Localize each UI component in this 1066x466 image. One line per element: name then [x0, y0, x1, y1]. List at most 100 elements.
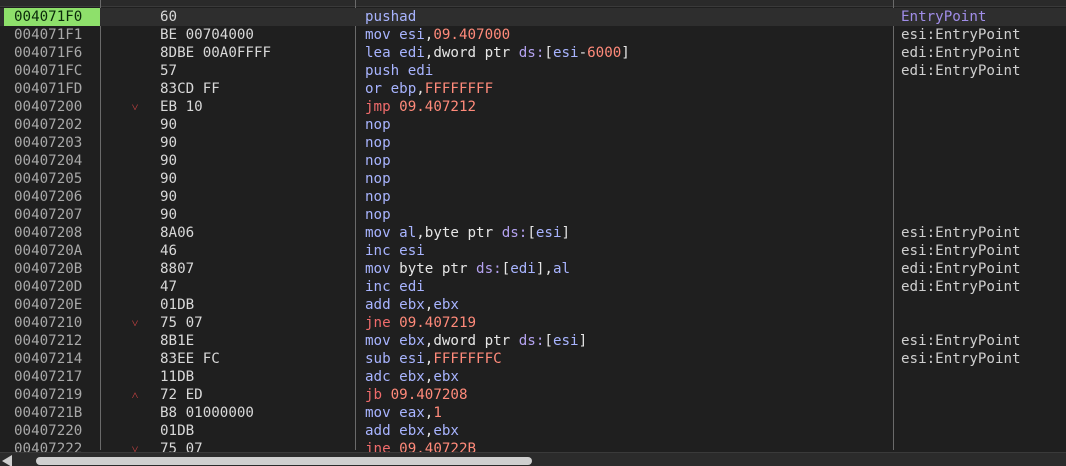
table-row[interactable]: 00407219 ˄ 72 ED jb 09.407208: [0, 386, 1066, 404]
table-row[interactable]: 00407202 90 nop: [0, 116, 1066, 134]
instruction-cell[interactable]: sub esi,FFFFFFFC: [365, 350, 502, 368]
address-cell[interactable]: 00407202: [14, 116, 82, 134]
table-row[interactable]: 00407207 90 nop: [0, 206, 1066, 224]
table-row[interactable]: 0040720D 47 inc edi edi:EntryPoint: [0, 278, 1066, 296]
instruction-cell[interactable]: inc edi: [365, 278, 425, 296]
table-row[interactable]: 004071F0 60 pushad EntryPoint: [0, 8, 1066, 26]
instruction-cell[interactable]: adc ebx,ebx: [365, 368, 459, 386]
instruction-cell[interactable]: jne 09.407219: [365, 314, 476, 332]
instruction-token: or: [365, 81, 391, 97]
table-row[interactable]: 004071F1 BE 00704000 mov esi,09.407000 esi:…: [0, 26, 1066, 44]
address-cell[interactable]: 004071FC: [14, 62, 82, 80]
table-row[interactable]: 0040720B 8807 mov byte ptr ds:[edi],al edi:…: [0, 260, 1066, 278]
instruction-cell[interactable]: pushad: [365, 8, 416, 26]
arrow-left-icon[interactable]: [2, 455, 12, 466]
address-cell[interactable]: 00407204: [14, 152, 82, 170]
instruction-cell[interactable]: add ebx,ebx: [365, 296, 459, 314]
instruction-cell[interactable]: nop: [365, 206, 391, 224]
instruction-token: ,dword ptr: [424, 333, 519, 349]
instruction-cell[interactable]: push edi: [365, 62, 433, 80]
instruction-cell[interactable]: mov al,byte ptr ds:[esi]: [365, 224, 570, 242]
bytes-cell: 01DB: [160, 297, 195, 313]
chevron-up-icon[interactable]: ˄: [128, 386, 142, 404]
table-row[interactable]: 00407204 90 nop: [0, 152, 1066, 170]
instruction-token: byte ptr: [399, 261, 477, 277]
instruction-cell[interactable]: nop: [365, 152, 391, 170]
address-cell[interactable]: 00407208: [14, 224, 82, 242]
instruction-cell[interactable]: nop: [365, 116, 391, 134]
table-row[interactable]: 00407214 83EE FC sub esi,FFFFFFFC esi:Entry…: [0, 350, 1066, 368]
table-row[interactable]: 0040720E 01DB add ebx,ebx: [0, 296, 1066, 314]
instruction-token: mov: [365, 27, 400, 43]
table-row[interactable]: 00407220 01DB add ebx,ebx: [0, 422, 1066, 440]
instruction-cell[interactable]: nop: [365, 134, 391, 152]
address-cell[interactable]: 0040721B: [14, 404, 82, 422]
instruction-cell[interactable]: mov esi,09.407000: [365, 26, 510, 44]
instruction-token: [: [544, 333, 553, 349]
instruction-token: FFFFFFFC: [433, 351, 502, 367]
instruction-token: lea: [365, 45, 400, 61]
table-row[interactable]: 004071F6 8DBE 00A0FFFF lea edi,dword ptr d…: [0, 44, 1066, 62]
address-cell[interactable]: 0040720E: [14, 296, 82, 314]
address-cell[interactable]: 00407205: [14, 170, 82, 188]
instruction-cell[interactable]: mov byte ptr ds:[edi],al: [365, 260, 570, 278]
bytes-cell: 11DB: [160, 369, 195, 385]
address-cell[interactable]: 004071F1: [14, 26, 82, 44]
bytes-cell: 47: [160, 279, 178, 295]
address-cell[interactable]: 0040720D: [14, 278, 82, 296]
address-cell[interactable]: 0040720A: [14, 242, 82, 260]
address-cell[interactable]: 00407210: [14, 314, 82, 332]
address-cell[interactable]: 00407217: [14, 368, 82, 386]
instruction-cell[interactable]: mov eax,1: [365, 404, 442, 422]
scrollbar-thumb[interactable]: [36, 457, 532, 465]
table-row[interactable]: 00407208 8A06 mov al,byte ptr ds:[esi] esi:…: [0, 224, 1066, 242]
address-cell[interactable]: 004071F6: [14, 44, 82, 62]
address-cell[interactable]: 0040720B: [14, 260, 82, 278]
instruction-token: edi: [399, 279, 425, 295]
address-cell[interactable]: 00407200: [14, 98, 82, 116]
chevron-down-icon[interactable]: ˅: [128, 314, 142, 332]
instruction-cell[interactable]: nop: [365, 188, 391, 206]
address-cell[interactable]: 00407212: [14, 332, 82, 350]
address-cell[interactable]: 00407206: [14, 188, 82, 206]
table-row[interactable]: 00407217 11DB adc ebx,ebx: [0, 368, 1066, 386]
instruction-cell[interactable]: jmp 09.407212: [365, 98, 476, 116]
horizontal-scrollbar[interactable]: [0, 452, 1066, 466]
address-cell[interactable]: 004071F0: [4, 8, 100, 26]
instruction-cell[interactable]: lea edi,dword ptr ds:[esi-6000]: [365, 44, 630, 62]
instruction-token: ,byte ptr: [416, 225, 502, 241]
address-cell[interactable]: 00407203: [14, 134, 82, 152]
instruction-cell[interactable]: nop: [365, 170, 391, 188]
instruction-cell[interactable]: jb 09.407208: [365, 386, 468, 404]
table-row[interactable]: 004071FD 83CD FF or ebp,FFFFFFFF: [0, 80, 1066, 98]
address-cell[interactable]: 00407220: [14, 422, 82, 440]
instruction-cell[interactable]: inc esi: [365, 242, 425, 260]
address-cell[interactable]: 00407219: [14, 386, 82, 404]
instruction-token: eax: [399, 405, 425, 421]
instruction-token: 09.407219: [399, 315, 477, 331]
table-row[interactable]: 00407206 90 nop: [0, 188, 1066, 206]
address-cell[interactable]: 00407207: [14, 206, 82, 224]
table-row[interactable]: 0040721B B8 01000000 mov eax,1: [0, 404, 1066, 422]
chevron-down-icon[interactable]: ˅: [128, 98, 142, 116]
instruction-token: esi: [399, 243, 425, 259]
instruction-cell[interactable]: add ebx,ebx: [365, 422, 459, 440]
table-row[interactable]: 00407203 90 nop: [0, 134, 1066, 152]
instruction-token: nop: [365, 189, 391, 205]
table-row[interactable]: 00407205 90 nop: [0, 170, 1066, 188]
table-row[interactable]: 004071FC 57 push edi edi:EntryPoint: [0, 62, 1066, 80]
bytes-cell: 72 ED: [160, 387, 203, 403]
instruction-token: mov: [365, 405, 400, 421]
address-cell[interactable]: 00407214: [14, 350, 82, 368]
bytes-cell: 83CD FF: [160, 81, 220, 97]
comment-cell: edi:EntryPoint: [901, 279, 1021, 295]
table-row[interactable]: 0040720A 46 inc esi esi:EntryPoint: [0, 242, 1066, 260]
address-cell[interactable]: 004071FD: [14, 80, 82, 98]
instruction-cell[interactable]: or ebp,FFFFFFFF: [365, 80, 493, 98]
disassembly-view[interactable]: 004071F0 60 pushad EntryPoint 004071F1 BE 007…: [0, 0, 1066, 466]
table-row[interactable]: 00407200 ˅ EB 10 jmp 09.407212: [0, 98, 1066, 116]
instruction-cell[interactable]: mov ebx,dword ptr ds:[esi]: [365, 332, 587, 350]
table-row[interactable]: 00407212 8B1E mov ebx,dword ptr ds:[esi] es…: [0, 332, 1066, 350]
table-row[interactable]: 00407210 ˅ 75 07 jne 09.407219: [0, 314, 1066, 332]
bytes-cell: 8B1E: [160, 333, 195, 349]
